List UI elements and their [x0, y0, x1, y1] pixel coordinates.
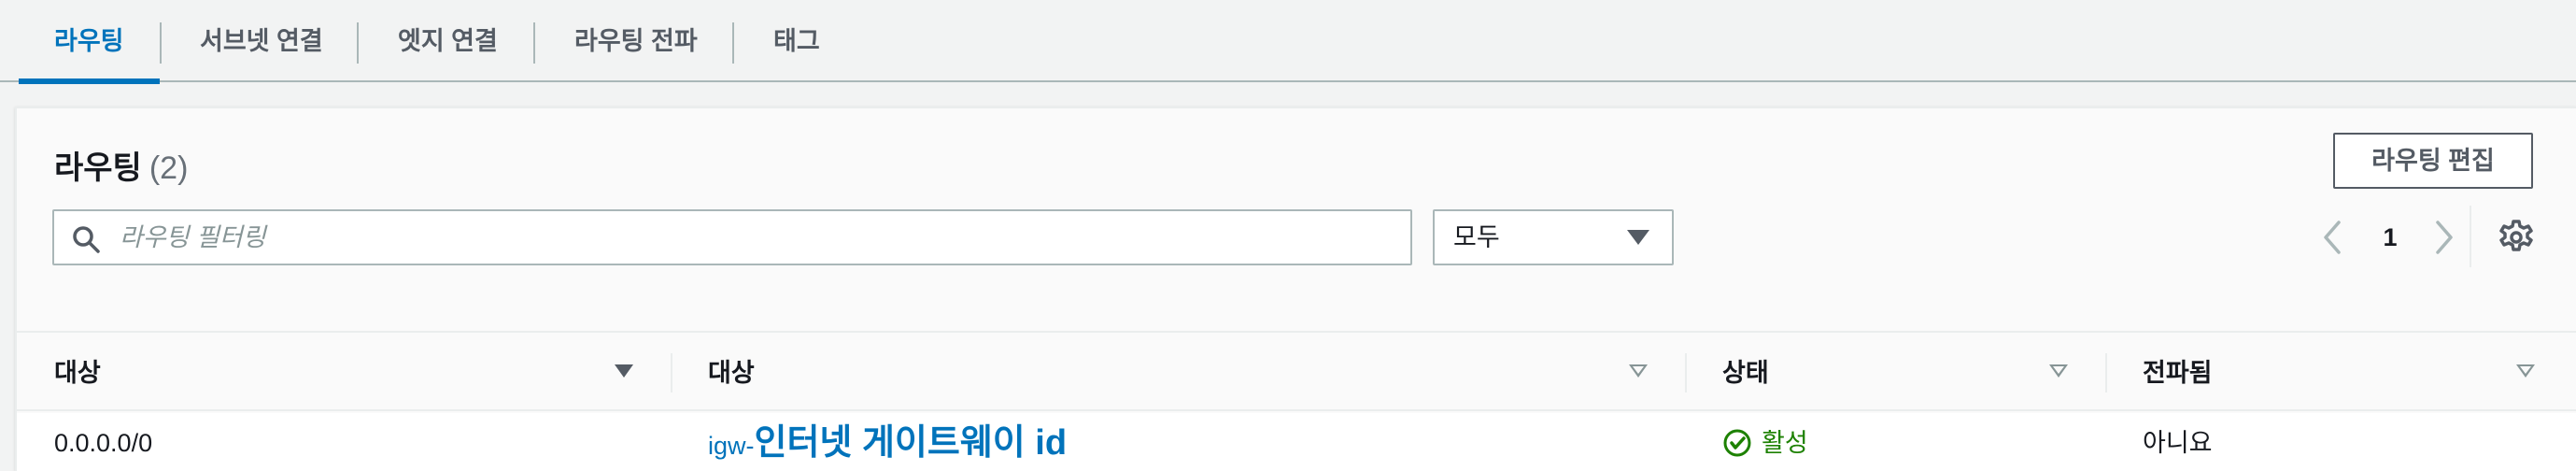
chevron-left-icon[interactable] [2316, 215, 2348, 260]
caret-down-icon [1627, 230, 1649, 245]
gear-icon[interactable] [2498, 219, 2535, 256]
status-text: 활성 [1762, 429, 1808, 457]
sort-icon[interactable] [1629, 364, 1648, 378]
tab-route-propagation[interactable]: 라우팅 전파 [539, 0, 733, 82]
column-divider[interactable] [671, 353, 672, 392]
tab-routes[interactable]: 라우팅 [19, 0, 160, 84]
page-number[interactable]: 1 [2376, 215, 2404, 260]
cell-status: 활성 [1722, 413, 2003, 471]
filter-select-value: 모두 [1453, 223, 1500, 251]
column-header-target[interactable]: 대상 [708, 333, 755, 413]
tab-tags[interactable]: 태그 [738, 0, 856, 82]
panel-title: 라우팅 (2) [54, 142, 188, 188]
panel-title-text: 라우팅 [54, 150, 142, 186]
search-icon [73, 226, 100, 253]
table-row: 0.0.0.0/0 igw-인터넷 게이트웨이 id 활성 아니요 [17, 413, 2576, 471]
filter-select[interactable]: 모두 [1433, 209, 1674, 265]
target-link[interactable]: 인터넷 게이트웨이 id [755, 423, 1068, 463]
tab-divider [357, 22, 359, 64]
chevron-right-icon[interactable] [2428, 215, 2460, 260]
column-header-destination[interactable]: 대상 [54, 333, 101, 413]
status-success-icon [1723, 429, 1751, 457]
tab-bar: 라우팅 서브넷 연결 엣지 연결 라우팅 전파 태그 [0, 0, 2576, 84]
tab-divider [160, 22, 162, 64]
cell-destination: 0.0.0.0/0 [54, 429, 153, 457]
tab-divider [533, 22, 535, 64]
sort-icon[interactable] [615, 364, 633, 378]
sort-icon[interactable] [2049, 364, 2068, 378]
routes-panel: 라우팅 (2) 라우팅 편집 라우팅 필터링 모두 1 대상 대상 상태 전파됨… [15, 107, 2576, 471]
route-count: (2) [149, 150, 189, 186]
tab-edge-associations[interactable]: 엣지 연결 [362, 0, 533, 82]
search-placeholder: 라우팅 필터링 [120, 223, 266, 251]
cell-target[interactable]: igw-인터넷 게이트웨이 id [708, 413, 1067, 471]
column-header-propagated[interactable]: 전파됨 [2143, 333, 2213, 413]
tab-subnet-associations[interactable]: 서브넷 연결 [164, 0, 359, 82]
sort-icon[interactable] [2516, 364, 2535, 378]
cell-propagated: 아니요 [2143, 429, 2213, 457]
column-header-status[interactable]: 상태 [1722, 333, 1769, 413]
column-divider[interactable] [2105, 353, 2107, 392]
table-header: 대상 대상 상태 전파됨 [17, 331, 2576, 411]
column-divider[interactable] [1685, 353, 1687, 392]
target-prefix[interactable]: igw- [708, 432, 755, 460]
route-filter-input[interactable]: 라우팅 필터링 [52, 209, 1412, 265]
tab-divider [732, 22, 734, 64]
edit-routes-button[interactable]: 라우팅 편집 [2333, 133, 2533, 189]
pager-divider [2470, 206, 2471, 267]
